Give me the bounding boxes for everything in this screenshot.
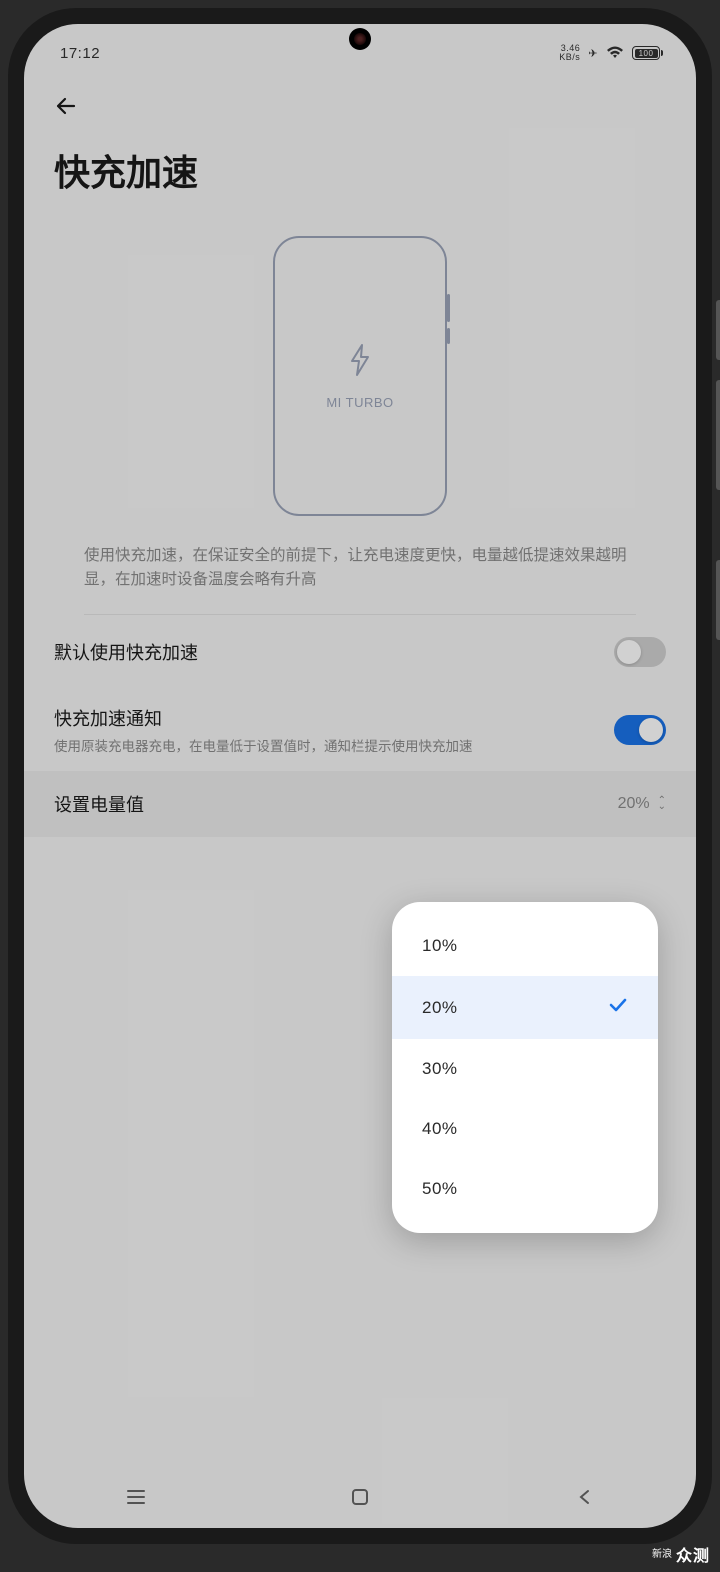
- home-button[interactable]: [340, 1488, 380, 1511]
- updown-icon: ⌃⌄: [658, 798, 666, 810]
- back-button[interactable]: [50, 90, 82, 122]
- page-title: 快充加速: [24, 122, 696, 210]
- watermark: 新浪 众测: [652, 1542, 710, 1566]
- setting-notification[interactable]: 快充加速通知 使用原装充电器充电，在电量低于设置值时，通知栏提示使用快充加速: [24, 689, 696, 771]
- dropdown-option[interactable]: 10%: [392, 916, 658, 976]
- dropdown-option[interactable]: 40%: [392, 1099, 658, 1159]
- setting-label: 默认使用快充加速: [54, 639, 198, 665]
- back-button-container: [24, 72, 696, 122]
- dropdown-option-label: 20%: [422, 998, 458, 1018]
- threshold-value: 20%: [618, 795, 650, 813]
- phone-illustration: MI TURBO: [273, 236, 447, 516]
- recents-button[interactable]: [116, 1489, 156, 1510]
- wifi-icon: [606, 45, 624, 62]
- lightning-icon: [347, 343, 373, 385]
- status-time: 17:12: [60, 45, 100, 62]
- dropdown-option[interactable]: 30%: [392, 1039, 658, 1099]
- network-speed: 3.46 KB/s: [559, 44, 580, 62]
- dropdown-option[interactable]: 50%: [392, 1159, 658, 1219]
- dropdown-option-label: 10%: [422, 936, 458, 956]
- battery-icon: 100: [632, 46, 660, 60]
- toggle-default-fast-charge[interactable]: [614, 637, 666, 667]
- setting-label: 设置电量值: [54, 791, 144, 817]
- toggle-notification[interactable]: [614, 715, 666, 745]
- system-nav-bar: [24, 1470, 696, 1528]
- setting-label: 快充加速通知: [54, 705, 473, 731]
- status-right: 3.46 KB/s ✈ 100: [559, 44, 660, 62]
- dropdown-option-label: 50%: [422, 1179, 458, 1199]
- check-icon: [608, 996, 628, 1019]
- front-camera: [349, 28, 371, 50]
- turbo-label: MI TURBO: [326, 395, 393, 410]
- screen: 17:12 3.46 KB/s ✈ 100 快充加速: [24, 24, 696, 1528]
- dropdown-option[interactable]: 20%: [392, 976, 658, 1039]
- feature-description: 使用快充加速，在保证安全的前提下，让充电速度更快，电量越低提速效果越明显，在加速…: [84, 516, 636, 615]
- setting-threshold[interactable]: 设置电量值 20% ⌃⌄: [24, 771, 696, 837]
- dropdown-option-label: 40%: [422, 1119, 458, 1139]
- threshold-value-display: 20% ⌃⌄: [618, 795, 666, 813]
- airplane-icon: ✈: [588, 47, 598, 60]
- threshold-dropdown: 10% 20% 30% 40% 50%: [392, 902, 658, 1233]
- setting-default-fast-charge[interactable]: 默认使用快充加速: [24, 615, 696, 689]
- back-nav-button[interactable]: [564, 1488, 604, 1511]
- phone-frame: 17:12 3.46 KB/s ✈ 100 快充加速: [8, 8, 712, 1544]
- setting-subtitle: 使用原装充电器充电，在电量低于设置值时，通知栏提示使用快充加速: [54, 735, 473, 755]
- dropdown-option-label: 30%: [422, 1059, 458, 1079]
